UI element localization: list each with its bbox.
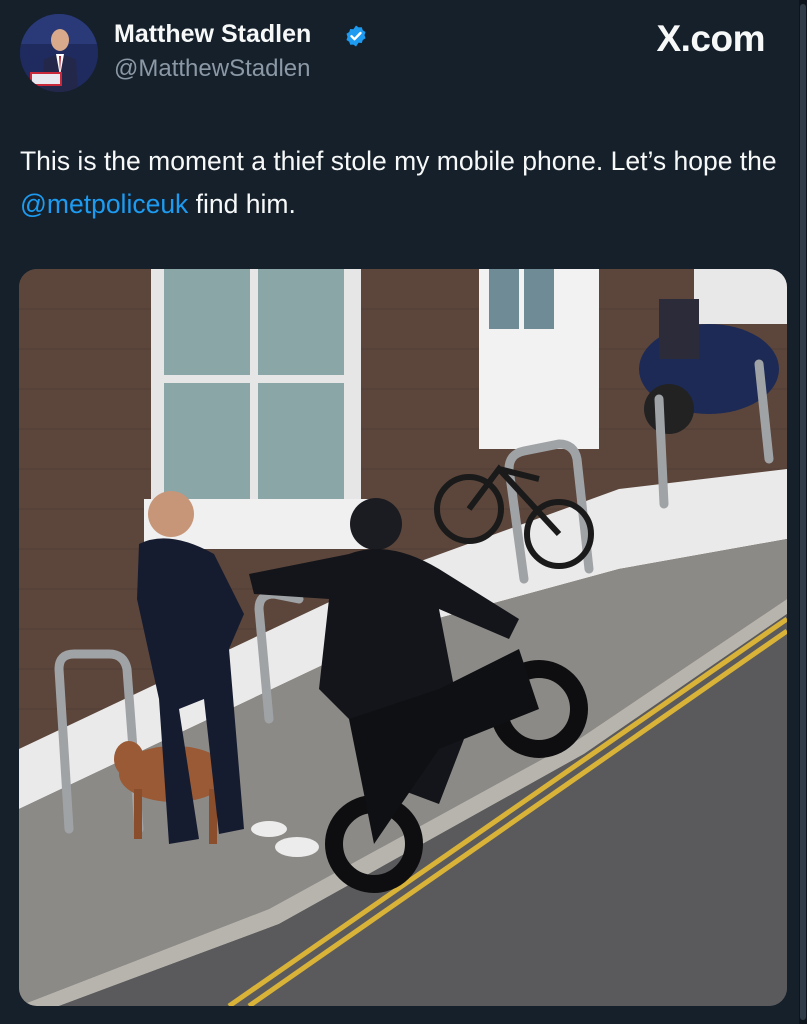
author-name[interactable]: Matthew Stadlen — [114, 20, 311, 49]
tweet-text-before: This is the moment a thief stole my mobi… — [20, 146, 777, 176]
tweet-card: Matthew Stadlen @MatthewStadlen X.com Th… — [0, 0, 807, 1024]
verified-badge-icon — [346, 25, 366, 47]
tweet-text-after: find him. — [188, 189, 296, 219]
street-scene-photo — [19, 269, 787, 1006]
scrollbar-thumb[interactable] — [800, 4, 806, 1020]
avatar-image — [20, 14, 98, 92]
scrollbar[interactable] — [799, 0, 807, 1024]
brand-logo: X.com — [656, 18, 765, 59]
tweet-photo[interactable] — [19, 269, 787, 1006]
author-handle[interactable]: @MatthewStadlen — [114, 55, 310, 83]
author-avatar[interactable] — [20, 14, 98, 92]
tweet-text: This is the moment a thief stole my mobi… — [20, 140, 790, 226]
mention-link[interactable]: @metpoliceuk — [20, 189, 188, 219]
